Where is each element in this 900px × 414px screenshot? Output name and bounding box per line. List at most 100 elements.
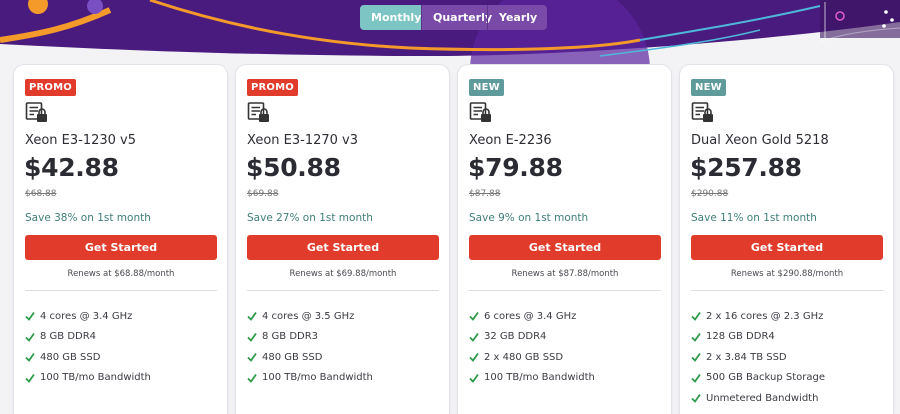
promo-badge: PROMO (247, 79, 298, 96)
check-icon (469, 353, 479, 363)
feature-label: 4 cores @ 3.4 GHz (40, 310, 133, 322)
server-lock-icon (25, 102, 47, 122)
feature-list: 2 x 16 cores @ 2.3 GHz 128 GB DDR4 2 x 3… (691, 306, 825, 409)
feature-item: 6 cores @ 3.4 GHz (469, 306, 595, 327)
divider (691, 290, 883, 291)
pricing-cards: PROMO Xeon E3-1230 v5 $42.88 $68.88 Save… (14, 65, 894, 414)
feature-item: 2 x 3.84 TB SSD (691, 347, 825, 368)
get-started-button[interactable]: Get Started (469, 235, 661, 260)
feature-item: 4 cores @ 3.4 GHz (25, 306, 151, 327)
original-price: $290.88 (691, 189, 729, 199)
savings-text: Save 9% on 1st month (469, 212, 589, 224)
feature-list: 6 cores @ 3.4 GHz 32 GB DDR4 2 x 480 GB … (469, 306, 595, 388)
server-lock-icon (247, 102, 269, 122)
renewal-text: Renews at $69.88/month (289, 269, 397, 279)
feature-label: Unmetered Bandwidth (706, 392, 819, 404)
feature-item: 8 GB DDR3 (247, 327, 373, 348)
feature-label: 100 TB/mo Bandwidth (40, 372, 151, 384)
billing-option-quarterly[interactable]: Quarterly (421, 5, 492, 30)
feature-label: 8 GB DDR4 (40, 331, 97, 343)
original-price: $68.88 (25, 189, 57, 199)
feature-item: 2 x 480 GB SSD (469, 347, 595, 368)
check-icon (469, 373, 479, 383)
check-icon (691, 312, 701, 322)
pricing-card-xeon-e3-1230-v5: PROMO Xeon E3-1230 v5 $42.88 $68.88 Save… (14, 65, 227, 414)
feature-item: 100 TB/mo Bandwidth (247, 368, 373, 389)
plan-price: $42.88 (24, 153, 119, 182)
divider (25, 290, 217, 291)
check-icon (25, 353, 35, 363)
savings-text: Save 38% on 1st month (25, 212, 151, 224)
feature-label: 6 cores @ 3.4 GHz (484, 310, 577, 322)
check-icon (691, 373, 701, 383)
savings-text: Save 11% on 1st month (691, 212, 817, 224)
feature-label: 100 TB/mo Bandwidth (484, 372, 595, 384)
feature-label: 2 x 480 GB SSD (484, 351, 564, 363)
original-price: $69.88 (247, 189, 279, 199)
feature-item: Unmetered Bandwidth (691, 388, 825, 409)
renewal-text: Renews at $87.88/month (511, 269, 619, 279)
server-lock-icon (469, 102, 491, 122)
feature-label: 32 GB DDR4 (484, 331, 547, 343)
feature-item: 32 GB DDR4 (469, 327, 595, 348)
renewal-text: Renews at $290.88/month (730, 269, 844, 279)
check-icon (247, 332, 257, 342)
feature-label: 8 GB DDR3 (262, 331, 319, 343)
check-icon (247, 353, 257, 363)
feature-label: 500 GB Backup Storage (706, 372, 826, 384)
feature-item: 128 GB DDR4 (691, 327, 825, 348)
check-icon (25, 373, 35, 383)
pricing-card-xeon-e3-1270-v3: PROMO Xeon E3-1270 v3 $50.88 $69.88 Save… (236, 65, 449, 414)
pricing-card-xeon-e-2236: NEW Xeon E-2236 $79.88 $87.88 Save 9% on… (458, 65, 671, 414)
plan-name: Xeon E3-1230 v5 (25, 133, 137, 148)
feature-item: 500 GB Backup Storage (691, 368, 825, 389)
feature-item: 100 TB/mo Bandwidth (25, 368, 151, 389)
plan-name: Xeon E-2236 (469, 133, 552, 148)
plan-name: Dual Xeon Gold 5218 (691, 133, 829, 148)
feature-list: 4 cores @ 3.5 GHz 8 GB DDR3 480 GB SSD 1… (247, 306, 373, 388)
feature-label: 128 GB DDR4 (706, 331, 775, 343)
feature-label: 100 TB/mo Bandwidth (262, 372, 373, 384)
billing-period-toggle: Monthly Quarterly Yearly (360, 5, 547, 30)
get-started-button[interactable]: Get Started (25, 235, 217, 260)
check-icon (691, 332, 701, 342)
plan-price: $79.88 (468, 153, 563, 182)
pricing-card-dual-xeon-gold-5218: NEW Dual Xeon Gold 5218 $257.88 $290.88 … (680, 65, 893, 414)
promo-badge: PROMO (25, 79, 76, 96)
feature-label: 480 GB SSD (262, 351, 323, 363)
feature-item: 2 x 16 cores @ 2.3 GHz (691, 306, 825, 327)
feature-list: 4 cores @ 3.4 GHz 8 GB DDR4 480 GB SSD 1… (25, 306, 151, 388)
feature-label: 2 x 3.84 TB SSD (706, 351, 787, 363)
plan-price: $50.88 (246, 153, 341, 182)
check-icon (247, 312, 257, 322)
feature-item: 480 GB SSD (247, 347, 373, 368)
billing-option-monthly[interactable]: Monthly (360, 5, 421, 30)
check-icon (691, 394, 701, 404)
new-badge: NEW (469, 79, 504, 96)
feature-label: 2 x 16 cores @ 2.3 GHz (706, 310, 824, 322)
check-icon (691, 353, 701, 363)
feature-item: 8 GB DDR4 (25, 327, 151, 348)
check-icon (25, 332, 35, 342)
server-lock-icon (691, 102, 713, 122)
billing-option-yearly[interactable]: Yearly (487, 5, 547, 30)
feature-item: 4 cores @ 3.5 GHz (247, 306, 373, 327)
divider (469, 290, 661, 291)
savings-text: Save 27% on 1st month (247, 212, 373, 224)
renewal-text: Renews at $68.88/month (67, 269, 175, 279)
new-badge: NEW (691, 79, 726, 96)
feature-item: 100 TB/mo Bandwidth (469, 368, 595, 389)
original-price: $87.88 (469, 189, 501, 199)
plan-price: $257.88 (690, 153, 802, 182)
plan-name: Xeon E3-1270 v3 (247, 133, 359, 148)
feature-item: 480 GB SSD (25, 347, 151, 368)
check-icon (469, 332, 479, 342)
feature-label: 480 GB SSD (40, 351, 101, 363)
get-started-button[interactable]: Get Started (691, 235, 883, 260)
check-icon (469, 312, 479, 322)
check-icon (25, 312, 35, 322)
get-started-button[interactable]: Get Started (247, 235, 439, 260)
divider (247, 290, 439, 291)
feature-label: 4 cores @ 3.5 GHz (262, 310, 355, 322)
check-icon (247, 373, 257, 383)
